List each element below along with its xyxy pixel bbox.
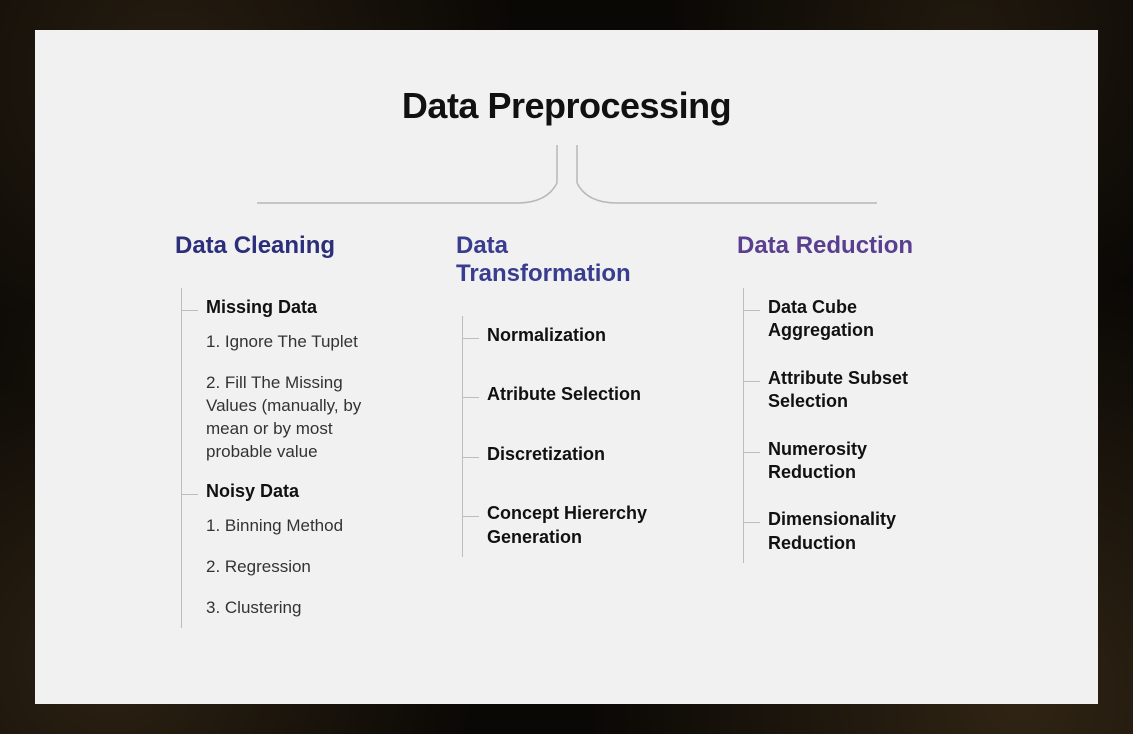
cleaning-tree: Missing Data 1. Ignore The Tuplet 2. Fil…: [181, 288, 396, 628]
label-numerosity: Numerosity Reduction: [768, 438, 958, 485]
branch-connector-icon: [247, 145, 887, 207]
column-data-cleaning: Data Cleaning Missing Data 1. Ignore The…: [175, 232, 396, 628]
reduction-tree: Data Cube Aggregation Attribute Subset S…: [743, 288, 958, 563]
item-binning: 1. Binning Method: [206, 515, 396, 538]
node-missing-data: Missing Data 1. Ignore The Tuplet 2. Fil…: [182, 288, 396, 472]
columns-container: Data Cleaning Missing Data 1. Ignore The…: [75, 232, 1058, 628]
column-data-reduction: Data Reduction Data Cube Aggregation Att…: [737, 232, 958, 628]
label-normalization: Normalization: [487, 324, 677, 347]
column-title-reduction: Data Reduction: [737, 232, 958, 260]
item-fill-missing: 2. Fill The Missing Values (manually, by…: [206, 372, 396, 464]
node-normalization: Normalization: [463, 316, 677, 355]
item-clustering: 3. Clustering: [206, 597, 396, 620]
item-ignore-tuplet: 1. Ignore The Tuplet: [206, 331, 396, 354]
transformation-tree: Normalization Atribute Selection Discret…: [462, 316, 677, 557]
node-concept-hierarchy: Concept Hiererchy Generation: [463, 494, 677, 557]
node-discretization: Discretization: [463, 435, 677, 474]
node-noisy-data: Noisy Data 1. Binning Method 2. Regressi…: [182, 472, 396, 628]
diagram-title: Data Preprocessing: [75, 85, 1058, 127]
label-noisy-data: Noisy Data: [206, 480, 396, 503]
label-missing-data: Missing Data: [206, 296, 396, 319]
column-data-transformation: Data Transformation Normalization Atribu…: [456, 232, 677, 628]
label-discretization: Discretization: [487, 443, 677, 466]
node-data-cube: Data Cube Aggregation: [744, 288, 958, 351]
label-concept-hierarchy: Concept Hiererchy Generation: [487, 502, 677, 549]
node-dimensionality: Dimensionality Reduction: [744, 500, 958, 563]
column-title-cleaning: Data Cleaning: [175, 232, 396, 260]
label-attribute-selection: Atribute Selection: [487, 383, 677, 406]
item-regression: 2. Regression: [206, 556, 396, 579]
node-attribute-selection: Atribute Selection: [463, 375, 677, 414]
label-attribute-subset: Attribute Subset Selection: [768, 367, 958, 414]
label-dimensionality: Dimensionality Reduction: [768, 508, 958, 555]
node-numerosity: Numerosity Reduction: [744, 430, 958, 493]
diagram-card: Data Preprocessing Data Cleaning Missing…: [35, 30, 1098, 704]
label-data-cube: Data Cube Aggregation: [768, 296, 958, 343]
column-title-transformation: Data Transformation: [456, 232, 677, 288]
node-attribute-subset: Attribute Subset Selection: [744, 359, 958, 422]
